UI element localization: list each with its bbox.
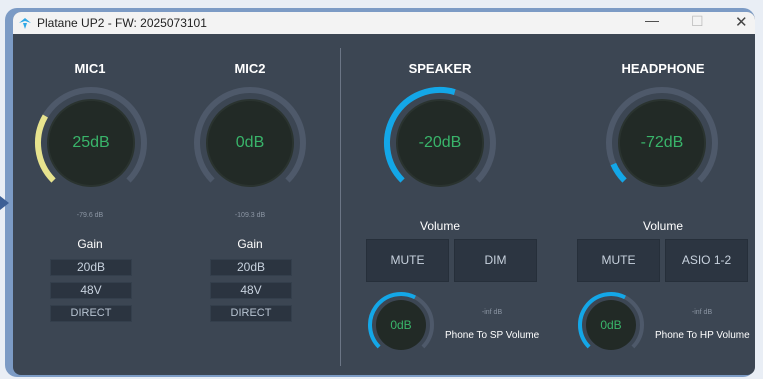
- mic2-gain-knob[interactable]: 0dB: [191, 84, 309, 202]
- app-logo-icon: [19, 18, 31, 29]
- phone-hp-label: Phone To HP Volume: [655, 330, 750, 341]
- section-divider: [340, 48, 341, 366]
- title-bar: Platane UP2 - FW: 2025073101 — ☐ ✕: [13, 12, 755, 34]
- headphone-volume-label: Volume: [642, 219, 684, 233]
- app-window: Platane UP2 - FW: 2025073101 — ☐ ✕ MIC1 …: [13, 12, 755, 375]
- edge-arrow-icon: [0, 196, 9, 210]
- phone-hp-knob-value: 0dB: [600, 318, 622, 332]
- headphone-mute-button[interactable]: MUTE: [577, 239, 660, 282]
- mic2-48v-button[interactable]: 48V: [210, 282, 292, 299]
- phone-sp-meter: -inf dB: [481, 309, 503, 316]
- phone-to-hp-knob[interactable]: 0dB: [576, 290, 646, 360]
- mic2-gain-label: Gain: [237, 237, 263, 251]
- speaker-mute-button[interactable]: MUTE: [366, 239, 449, 282]
- asio-1-2-button[interactable]: ASIO 1-2: [665, 239, 748, 282]
- mic1-48v-button[interactable]: 48V: [50, 282, 132, 299]
- speaker-volume-label: Volume: [419, 219, 461, 233]
- phone-sp-knob-value: 0dB: [390, 318, 412, 332]
- headphone-volume-knob[interactable]: -72dB: [603, 84, 721, 202]
- headphone-knob-value: -72dB: [640, 134, 684, 151]
- window-title: Platane UP2 - FW: 2025073101: [37, 16, 207, 30]
- mic1-title: MIC1: [74, 61, 106, 76]
- mic2-meter: -109.3 dB: [234, 212, 266, 219]
- speaker-dim-button[interactable]: DIM: [454, 239, 537, 282]
- minimize-button[interactable]: —: [645, 12, 659, 28]
- mic1-meter: -79.6 dB: [76, 212, 104, 219]
- speaker-title: SPEAKER: [408, 61, 472, 76]
- mic1-gain-value[interactable]: 20dB: [50, 259, 132, 276]
- phone-sp-label: Phone To SP Volume: [445, 330, 540, 341]
- mic2-gain-value[interactable]: 20dB: [210, 259, 292, 276]
- mic2-title: MIC2: [234, 61, 266, 76]
- mic1-direct-button[interactable]: DIRECT: [50, 305, 132, 322]
- mic1-knob-value: 25dB: [72, 134, 110, 151]
- maximize-button[interactable]: ☐: [691, 13, 704, 30]
- speaker-knob-value: -20dB: [418, 134, 462, 151]
- mic2-knob-value: 0dB: [235, 134, 265, 151]
- mic1-gain-knob[interactable]: 25dB: [32, 84, 150, 202]
- headphone-title: HEADPHONE: [621, 61, 705, 76]
- close-button[interactable]: ✕: [735, 13, 748, 31]
- mic2-direct-button[interactable]: DIRECT: [210, 305, 292, 322]
- phone-hp-meter: -inf dB: [691, 309, 713, 316]
- speaker-volume-knob[interactable]: -20dB: [381, 84, 499, 202]
- mic1-gain-label: Gain: [77, 237, 103, 251]
- phone-to-sp-knob[interactable]: 0dB: [366, 290, 436, 360]
